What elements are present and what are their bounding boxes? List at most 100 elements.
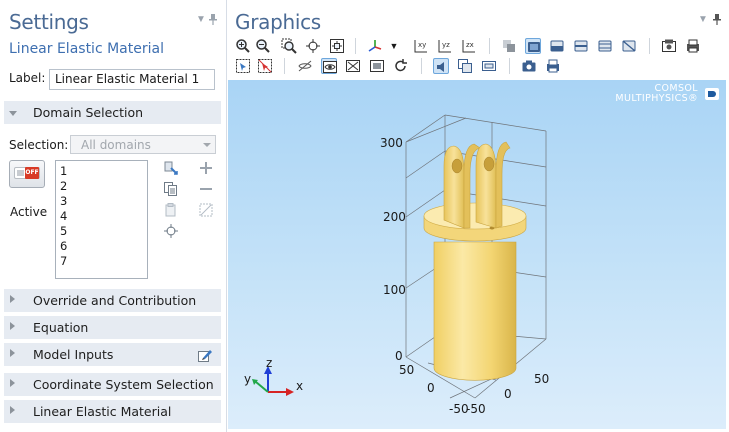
expand-triangle-icon <box>10 379 15 387</box>
xy-plane-icon[interactable]: xy <box>413 38 429 54</box>
toolbar-separator <box>421 58 422 74</box>
yz-plane-icon[interactable]: yz <box>437 38 453 54</box>
settings-panel: Settings ▼ Linear Elastic Material Label… <box>0 0 227 432</box>
section-model-inputs[interactable]: Model Inputs <box>4 343 221 367</box>
triad-y-label: y <box>244 372 252 386</box>
expand-triangle-icon <box>10 406 15 414</box>
select-points-icon[interactable] <box>597 38 613 54</box>
show-icon[interactable] <box>321 58 337 74</box>
toolbar-separator <box>649 38 650 54</box>
toolbar-separator <box>489 38 490 54</box>
list-item[interactable]: 2 <box>60 179 147 194</box>
select-box-icon[interactable] <box>235 58 251 74</box>
zoom-to-selection-icon[interactable] <box>163 223 179 239</box>
select-boundaries-icon[interactable] <box>549 38 565 54</box>
deselect-icon[interactable] <box>621 38 637 54</box>
svg-text:zx: zx <box>466 41 474 49</box>
add-icon[interactable] <box>198 160 214 176</box>
section-label: Model Inputs <box>33 347 114 362</box>
deselect-box-icon[interactable] <box>257 58 273 74</box>
section-label: Equation <box>33 320 89 335</box>
zoom-extents-icon[interactable] <box>329 38 345 54</box>
panel-menu-icon[interactable]: ▼ <box>196 14 206 25</box>
x-tick-label: 50 <box>534 372 550 386</box>
select-edges-icon[interactable] <box>573 38 589 54</box>
frame-icon[interactable] <box>481 58 497 74</box>
speaker-icon[interactable] <box>433 58 449 74</box>
image-snapshot-icon[interactable] <box>661 38 677 54</box>
section-linear-elastic-material[interactable]: Linear Elastic Material <box>4 400 221 424</box>
active-toggle-button[interactable]: OFF <box>9 160 45 188</box>
z-tick-label: 200 <box>383 210 406 224</box>
svg-text:xy: xy <box>418 41 426 49</box>
graphics-viewport[interactable]: COMSOL MULTIPHYSICS® 300 200 100 0 50 0 … <box>228 80 726 429</box>
axis-triad <box>252 366 294 396</box>
toggle-off-text: OFF <box>25 167 39 179</box>
selection-dropdown[interactable]: All domains <box>70 135 216 154</box>
settings-title: Settings <box>9 10 89 34</box>
zoom-selected-icon[interactable] <box>305 38 321 54</box>
svg-text:yz: yz <box>442 41 450 49</box>
section-label: Linear Elastic Material <box>33 404 172 419</box>
edit-icon[interactable] <box>197 347 213 363</box>
print-icon[interactable] <box>685 38 701 54</box>
expand-triangle-icon <box>10 322 15 330</box>
label-field[interactable]: Linear Elastic Material 1 <box>49 69 215 90</box>
triad-z-label: z <box>266 356 273 370</box>
scene-light-icon[interactable] <box>501 38 517 54</box>
label-caption: Label: <box>9 71 46 85</box>
toolbar-separator <box>509 58 510 74</box>
list-item[interactable]: 3 <box>60 194 147 209</box>
list-item[interactable]: 7 <box>60 254 147 269</box>
model-scene <box>252 114 547 399</box>
domain-list[interactable]: 1 2 3 4 5 6 7 <box>55 160 148 279</box>
hide-icon[interactable] <box>297 58 313 74</box>
paste-selection-icon[interactable] <box>163 160 179 176</box>
y-tick-label: 50 <box>399 363 415 377</box>
section-equation[interactable]: Equation <box>4 316 221 340</box>
copy-selection-icon[interactable] <box>163 181 179 197</box>
zoom-in-icon[interactable] <box>235 38 251 54</box>
reset-icon[interactable] <box>393 58 409 74</box>
toolbar-separator <box>355 38 356 54</box>
active-label: Active <box>10 205 48 219</box>
z-tick-label: 300 <box>380 136 403 150</box>
triad-x-label: x <box>296 379 304 393</box>
section-coordinate-system[interactable]: Coordinate System Selection <box>4 373 221 397</box>
list-item[interactable]: 6 <box>60 239 147 254</box>
camera-icon[interactable] <box>521 58 537 74</box>
section-domain-selection[interactable]: Domain Selection <box>4 101 221 125</box>
pin-icon[interactable] <box>209 14 217 28</box>
z-tick-label: 100 <box>383 283 406 297</box>
chevron-down-icon <box>203 143 211 147</box>
x-tick-label: -50 <box>466 402 486 416</box>
print-graphics-icon[interactable] <box>545 58 561 74</box>
settings-subtitle: Linear Elastic Material <box>9 41 164 57</box>
list-item[interactable]: 4 <box>60 209 147 224</box>
view-menu-icon[interactable]: ▼ <box>386 38 402 54</box>
go-to-default-view-icon[interactable] <box>367 38 383 54</box>
zx-plane-icon[interactable]: zx <box>461 38 477 54</box>
pin-icon[interactable] <box>713 14 721 28</box>
clear-selection-icon[interactable] <box>163 202 179 218</box>
expand-triangle-icon <box>10 295 15 303</box>
list-item[interactable]: 5 <box>60 224 147 239</box>
select-domains-icon[interactable] <box>525 38 541 54</box>
zoom-box-icon[interactable] <box>281 38 297 54</box>
copy-graphics-icon[interactable] <box>457 58 473 74</box>
zoom-out-icon[interactable] <box>255 38 271 54</box>
graphics-panel: Graphics ▼ ▼ xy yz zx COMSOL MULTIPHYSIC… <box>228 0 729 432</box>
panel-menu-icon[interactable]: ▼ <box>698 14 708 25</box>
remove-icon[interactable] <box>198 181 214 197</box>
section-label: Override and Contribution <box>33 293 197 308</box>
list-item[interactable]: 1 <box>60 164 147 179</box>
section-override-contribution[interactable]: Override and Contribution <box>4 289 221 313</box>
toolbar-separator <box>284 58 285 74</box>
clear-all-icon[interactable] <box>198 202 214 218</box>
wireframe-icon[interactable] <box>345 58 361 74</box>
z-tick-label: 0 <box>395 349 403 363</box>
toggle-knob <box>17 170 24 176</box>
y-tick-label: 0 <box>427 381 435 395</box>
graphics-title: Graphics <box>235 10 321 34</box>
transparency-icon[interactable] <box>369 58 385 74</box>
